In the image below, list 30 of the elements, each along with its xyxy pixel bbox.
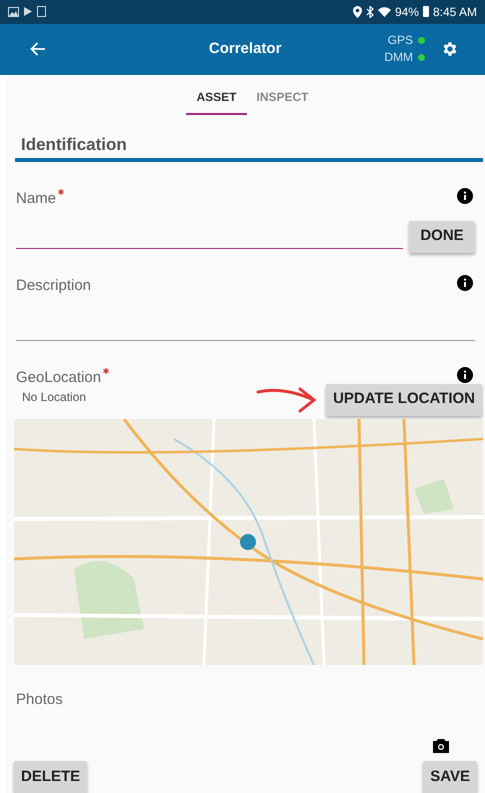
info-icon[interactable] (457, 274, 473, 290)
play-icon (24, 7, 32, 16)
settings-icon[interactable] (441, 40, 459, 58)
tab[interactable]: ASSET (186, 74, 246, 114)
bluetooth-icon (366, 6, 374, 18)
battery-icon (422, 6, 429, 18)
action-button[interactable]: UPDATE LOCATION (326, 384, 482, 416)
image-icon (8, 6, 19, 17)
section-title: Identification (15, 132, 483, 162)
field-label: GeoLocation (16, 368, 102, 388)
field-label: Name (16, 189, 56, 209)
indicator-label: DMM (384, 49, 413, 66)
location-value: No Location (22, 388, 86, 406)
app-title: Correlator (208, 38, 282, 59)
clock: 8:45 AM (432, 4, 477, 21)
wifi-icon (378, 6, 391, 17)
info-icon[interactable] (457, 367, 473, 383)
field-label: Description (16, 276, 92, 296)
back-arrow-icon[interactable] (30, 42, 46, 56)
action-button[interactable]: DELETE (14, 761, 88, 793)
camera-icon[interactable] (433, 739, 449, 753)
action-button[interactable]: SAVE (423, 761, 477, 793)
info-icon[interactable] (457, 188, 473, 204)
battery-percent: 94% (394, 4, 419, 21)
action-button[interactable]: DONE (409, 220, 475, 252)
arrow-annotation (256, 386, 318, 414)
location-pin-icon (352, 6, 362, 18)
indicator-label: GPS (388, 32, 413, 50)
document-icon (37, 6, 46, 18)
field-label: Photos (16, 690, 63, 710)
